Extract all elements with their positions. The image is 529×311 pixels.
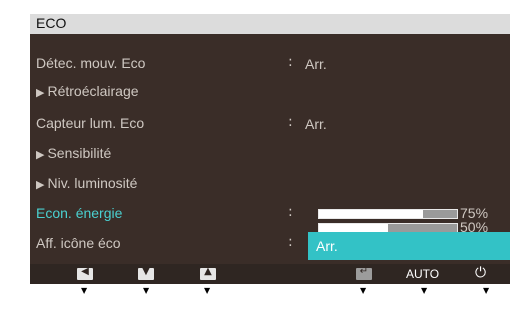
menu-item-label: ▶ Rétroéclairage bbox=[36, 83, 139, 99]
enter-icon: ↵ bbox=[359, 266, 369, 277]
osd-menu: ECO Détec. mouv. Eco : Arr. ▶ Rétroéclair… bbox=[30, 14, 510, 284]
option-75-percent[interactable]: 75% bbox=[308, 205, 510, 221]
down-arrow-icon: ▼ bbox=[142, 266, 150, 277]
menu-title: ECO bbox=[36, 15, 67, 31]
menu-item-label: ▶ Sensibilité bbox=[36, 145, 112, 161]
pointer-icon: ▼ bbox=[81, 286, 88, 295]
up-arrow-key[interactable]: ▲ bbox=[200, 266, 216, 280]
menu-item-label: Aff. icône éco bbox=[36, 235, 121, 251]
menu-item-label: Détec. mouv. Eco bbox=[36, 55, 146, 71]
menu-item-value: Arr. bbox=[305, 116, 327, 132]
econ-energie-dropdown: 75% 50% Arr. bbox=[308, 200, 510, 260]
menu-item-label: Capteur lum. Eco bbox=[36, 115, 145, 131]
pointer-icon: ▼ bbox=[483, 286, 490, 295]
left-arrow-icon: ◀ bbox=[81, 266, 89, 277]
up-arrow-icon: ▲ bbox=[204, 266, 212, 277]
separator-colon: : bbox=[288, 114, 293, 130]
level-bar-remaining bbox=[422, 210, 457, 218]
menu-item-detec-mouv-eco[interactable]: Détec. mouv. Eco : Arr. bbox=[30, 50, 510, 78]
separator-colon: : bbox=[288, 54, 293, 70]
option-label: Arr. bbox=[316, 238, 338, 254]
auto-button[interactable]: AUTO bbox=[406, 267, 439, 281]
separator-colon: : bbox=[288, 204, 293, 220]
left-arrow-key[interactable]: ◀ bbox=[77, 266, 93, 280]
submenu-arrow-icon: ▶ bbox=[36, 149, 45, 161]
pointer-icon: ▼ bbox=[204, 286, 211, 295]
submenu-arrow-icon: ▶ bbox=[36, 87, 45, 99]
pointer-icon: ▼ bbox=[360, 286, 367, 295]
level-bar-remaining bbox=[388, 224, 457, 232]
key-pointer-row: ▼ ▼ ▼ ▼ ▼ ▼ bbox=[0, 286, 529, 298]
down-arrow-key[interactable]: ▼ bbox=[138, 266, 154, 280]
level-bar bbox=[318, 209, 458, 219]
submenu-arrow-icon: ▶ bbox=[36, 179, 45, 191]
separator-colon: : bbox=[288, 234, 293, 250]
power-icon[interactable]: ⏻ bbox=[475, 265, 486, 281]
menu-item-niv-luminosite[interactable]: ▶ Niv. luminosité bbox=[30, 170, 510, 198]
menu-item-label: Econ. énergie bbox=[36, 205, 123, 221]
title-bar: ECO bbox=[30, 14, 510, 34]
menu-item-value: Arr. bbox=[305, 56, 327, 72]
menu-item-label: ▶ Niv. luminosité bbox=[36, 175, 138, 191]
option-arr-selected[interactable]: Arr. bbox=[308, 232, 510, 260]
menu-item-capteur-lum-eco[interactable]: Capteur lum. Eco : Arr. bbox=[30, 110, 510, 138]
enter-key[interactable]: ↵ bbox=[356, 266, 372, 280]
pointer-icon: ▼ bbox=[143, 286, 150, 295]
pointer-icon: ▼ bbox=[421, 286, 428, 295]
menu-item-sensibilite[interactable]: ▶ Sensibilité bbox=[30, 140, 510, 168]
menu-item-retroeclairage[interactable]: ▶ Rétroéclairage bbox=[30, 78, 510, 106]
control-key-bar: ◀ ▼ ▲ ↵ AUTO ⏻ bbox=[30, 264, 510, 284]
